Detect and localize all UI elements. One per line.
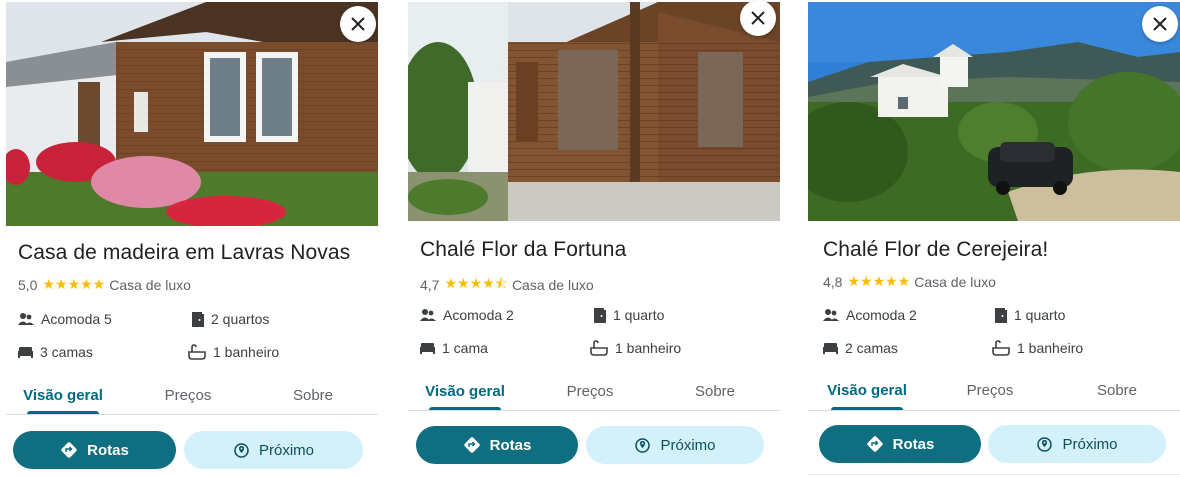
place-card-3: Chalé Flor de Cerejeira! 4,8 ★★★★★ Casa … — [808, 0, 1180, 477]
bathrooms-feature: 1 banheiro — [992, 340, 1083, 356]
tabs-divider — [408, 410, 780, 411]
rating-value: 5,0 — [18, 276, 38, 293]
rating-line[interactable]: 5,0 ★★★★★ Casa de luxo — [18, 276, 191, 293]
guests-feature: Acomoda 2 — [420, 307, 514, 323]
star-rating-icon: ★★★★★ — [847, 273, 911, 289]
bathtub-icon — [992, 340, 1010, 356]
close-button[interactable] — [1142, 6, 1178, 42]
bathrooms-feature: 1 banheiro — [188, 344, 279, 360]
nearby-icon — [1037, 436, 1053, 452]
people-icon — [420, 309, 436, 321]
door-icon — [594, 307, 606, 323]
place-card-1: Casa de madeira em Lavras Novas 5,0 ★★★★… — [6, 0, 378, 477]
star-rating-icon: ★★★★⯪ — [444, 275, 508, 291]
tab-prices[interactable]: Preços — [132, 387, 244, 404]
beds-feature: 2 camas — [823, 340, 898, 356]
tab-prices[interactable]: Preços — [934, 382, 1046, 399]
bed-icon — [823, 343, 838, 354]
tabs-divider — [6, 414, 378, 415]
guests-feature: Acomoda 2 — [823, 307, 917, 323]
door-icon — [192, 311, 204, 327]
place-photo[interactable] — [408, 2, 780, 221]
place-category: Casa de luxo — [511, 277, 594, 293]
nearby-button[interactable]: Próximo — [184, 431, 363, 469]
rating-line[interactable]: 4,8 ★★★★★ Casa de luxo — [823, 273, 996, 290]
directions-button[interactable]: Rotas — [416, 426, 578, 464]
beds-feature: 1 cama — [420, 340, 488, 356]
tab-prices[interactable]: Preços — [534, 383, 646, 400]
tab-about[interactable]: Sobre — [256, 387, 370, 404]
tab-overview[interactable]: Visão geral — [810, 382, 924, 399]
close-icon — [751, 11, 765, 25]
place-category: Casa de luxo — [109, 276, 191, 293]
bathrooms-feature: 1 banheiro — [590, 340, 681, 356]
rating-value: 4,7 — [420, 277, 440, 293]
place-photo[interactable] — [6, 2, 378, 226]
tabs-divider — [808, 410, 1180, 411]
close-button[interactable] — [740, 0, 776, 36]
directions-icon — [866, 436, 883, 452]
directions-button[interactable]: Rotas — [13, 431, 176, 469]
people-icon — [18, 313, 34, 325]
bedrooms-feature: 2 quartos — [192, 311, 269, 327]
guests-feature: Acomoda 5 — [18, 311, 112, 327]
tab-about[interactable]: Sobre — [658, 383, 772, 400]
place-title: Chalé Flor da Fortuna — [420, 238, 627, 261]
close-icon — [351, 17, 365, 31]
beds-feature: 3 camas — [18, 344, 93, 360]
place-category: Casa de luxo — [914, 273, 996, 290]
nearby-button[interactable]: Próximo — [988, 425, 1166, 463]
bathtub-icon — [188, 344, 206, 360]
tab-overview[interactable]: Visão geral — [6, 387, 120, 404]
place-photo[interactable] — [808, 2, 1180, 221]
close-button[interactable] — [340, 6, 376, 42]
place-title: Casa de madeira em Lavras Novas — [18, 241, 351, 264]
people-icon — [823, 309, 839, 321]
tab-overview[interactable]: Visão geral — [408, 383, 522, 400]
directions-icon — [61, 442, 77, 458]
bottom-divider — [808, 474, 1180, 475]
bedrooms-feature: 1 quarto — [995, 307, 1065, 323]
bed-icon — [420, 343, 435, 354]
door-icon — [995, 307, 1007, 323]
tab-about[interactable]: Sobre — [1058, 382, 1176, 399]
bed-icon — [18, 347, 33, 358]
bedrooms-feature: 1 quarto — [594, 307, 664, 323]
place-title: Chalé Flor de Cerejeira! — [823, 238, 1049, 261]
star-rating-icon: ★★★★★ — [42, 276, 106, 292]
nearby-icon — [635, 437, 651, 453]
bathtub-icon — [590, 340, 608, 356]
rating-line[interactable]: 4,7 ★★★★⯪ Casa de luxo — [420, 273, 594, 297]
place-card-2: Chalé Flor da Fortuna 4,7 ★★★★⯪ Casa de … — [408, 0, 780, 477]
directions-button[interactable]: Rotas — [819, 425, 981, 463]
rating-value: 4,8 — [823, 273, 843, 290]
directions-icon — [463, 437, 480, 453]
close-icon — [1153, 17, 1167, 31]
nearby-button[interactable]: Próximo — [586, 426, 764, 464]
nearby-icon — [234, 442, 249, 458]
